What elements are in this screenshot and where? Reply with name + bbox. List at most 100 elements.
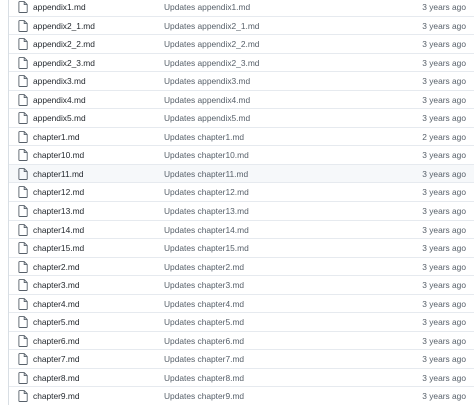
file-icon — [18, 186, 28, 199]
commit-age: 3 years ago — [422, 150, 466, 161]
file-row[interactable]: appendix2_1.md Updates appendix2_1.md 3 ye… — [9, 15, 474, 35]
file-row[interactable]: chapter9.md Updates chapter9.md 3 years ag… — [9, 386, 474, 406]
commit-age: 3 years ago — [422, 206, 466, 217]
commit-age: 3 years ago — [422, 2, 466, 12]
commit-message-link[interactable]: Updates appendix3.md — [164, 75, 250, 87]
file-name-link[interactable]: chapter2.md — [33, 261, 80, 273]
file-row[interactable]: chapter15.md Updates chapter15.md 3 years … — [9, 238, 474, 257]
file-row[interactable]: chapter10.md Updates chapter10.md 3 years … — [9, 145, 474, 164]
file-name-link[interactable]: chapter7.md — [33, 353, 80, 365]
commit-age: 3 years ago — [422, 261, 466, 272]
file-name-link[interactable]: appendix2_2.md — [33, 38, 95, 50]
file-name-link[interactable]: appendix3.md — [33, 75, 86, 87]
file-name-link[interactable]: chapter14.md — [33, 224, 84, 236]
commit-age: 3 years ago — [422, 243, 466, 254]
file-row[interactable]: appendix4.md Updates appendix4.md 3 years … — [9, 89, 474, 109]
commit-message-link[interactable]: Updates appendix5.md — [164, 112, 250, 124]
file-name-link[interactable]: chapter15.md — [33, 242, 84, 254]
file-row[interactable]: chapter13.md Updates chapter13.md 3 years … — [9, 201, 474, 220]
commit-age: 3 years ago — [422, 354, 466, 365]
commit-message-link[interactable]: Updates chapter4.md — [164, 298, 244, 310]
file-icon — [18, 19, 28, 32]
file-icon — [18, 353, 28, 366]
file-row[interactable]: chapter6.md Updates chapter6.md 3 years ag… — [9, 330, 474, 350]
file-name-link[interactable]: chapter1.md — [33, 131, 80, 143]
commit-message-link[interactable]: Updates chapter10.md — [164, 149, 249, 161]
commit-message-link[interactable]: Updates chapter15.md — [164, 242, 249, 254]
file-icon — [18, 242, 28, 255]
commit-message-link[interactable]: Updates chapter5.md — [164, 316, 244, 328]
commit-message-link[interactable]: Updates chapter11.md — [164, 168, 248, 180]
file-name-link[interactable]: appendix5.md — [33, 112, 86, 124]
file-icon — [18, 334, 28, 347]
file-icon — [18, 260, 28, 273]
file-row[interactable]: appendix2_2.md Updates appendix2_2.md 3 ye… — [9, 34, 474, 53]
commit-age: 3 years ago — [422, 280, 466, 291]
commit-message-link[interactable]: Updates chapter1.md — [164, 131, 244, 143]
commit-age: 3 years ago — [422, 20, 466, 31]
file-row[interactable]: chapter4.md Updates chapter4.md 3 years ag… — [9, 293, 474, 313]
commit-message-link[interactable]: Updates appendix2_2.md — [164, 38, 259, 50]
commit-message-link[interactable]: Updates chapter2.md — [164, 261, 244, 273]
file-row[interactable]: chapter5.md Updates chapter5.md 3 years ag… — [9, 312, 474, 331]
file-icon — [18, 75, 28, 88]
file-row[interactable]: chapter11.md Updates chapter11.md 3 years … — [9, 163, 474, 183]
commit-age: 3 years ago — [422, 224, 466, 235]
commit-message-link[interactable]: Updates appendix2_3.md — [164, 57, 259, 69]
file-icon — [18, 149, 28, 162]
commit-message-link[interactable]: Updates chapter13.md — [164, 205, 249, 217]
file-row[interactable]: chapter3.md Updates chapter3.md 3 years ag… — [9, 275, 474, 294]
file-name-link[interactable]: appendix4.md — [33, 94, 86, 106]
commit-age: 3 years ago — [422, 94, 466, 105]
file-name-link[interactable]: appendix2_1.md — [33, 20, 95, 32]
file-row[interactable]: chapter7.md Updates chapter7.md 3 years ag… — [9, 349, 474, 368]
file-list: appendix1.md Updates appendix1.md 3 years … — [8, 0, 474, 406]
file-name-link[interactable]: appendix2_3.md — [33, 57, 95, 69]
commit-age: 3 years ago — [422, 57, 466, 68]
commit-message-link[interactable]: Updates chapter7.md — [164, 353, 244, 365]
commit-age: 3 years ago — [422, 298, 466, 309]
commit-age: 2 years ago — [422, 131, 466, 142]
file-name-link[interactable]: chapter6.md — [33, 335, 80, 347]
file-icon — [18, 390, 28, 403]
commit-message-link[interactable]: Updates appendix2_1.md — [164, 20, 259, 32]
file-icon — [18, 223, 28, 236]
file-name-link[interactable]: chapter5.md — [33, 316, 80, 328]
commit-age: 3 years ago — [422, 168, 466, 179]
commit-age: 3 years ago — [422, 317, 466, 328]
file-name-link[interactable]: chapter12.md — [33, 186, 84, 198]
file-icon — [18, 372, 28, 384]
file-row[interactable]: appendix2_3.md Updates appendix2_3.md 3 ye… — [9, 52, 474, 72]
commit-message-link[interactable]: Updates chapter9.md — [164, 390, 244, 402]
file-name-link[interactable]: chapter10.md — [33, 149, 84, 161]
commit-message-link[interactable]: Updates chapter14.md — [164, 224, 249, 236]
file-row[interactable]: chapter2.md Updates chapter2.md 3 years ag… — [9, 256, 474, 276]
commit-age: 3 years ago — [422, 335, 466, 346]
file-row[interactable]: chapter12.md Updates chapter12.md 3 years … — [9, 182, 474, 202]
file-name-link[interactable]: chapter13.md — [33, 205, 84, 217]
file-icon — [18, 279, 28, 292]
file-row[interactable]: appendix5.md Updates appendix5.md 3 years … — [9, 108, 474, 127]
file-icon — [18, 93, 28, 106]
commit-age: 3 years ago — [422, 372, 466, 383]
file-name-link[interactable]: chapter8.md — [33, 372, 80, 384]
file-row[interactable]: chapter1.md Updates chapter1.md 2 years ag… — [9, 126, 474, 146]
file-row[interactable]: appendix1.md Updates appendix1.md 3 years … — [9, 0, 474, 16]
file-name-link[interactable]: chapter11.md — [33, 168, 84, 180]
file-row[interactable]: appendix3.md Updates appendix3.md 3 years … — [9, 71, 474, 90]
commit-message-link[interactable]: Updates chapter6.md — [164, 335, 244, 347]
file-row[interactable]: chapter14.md Updates chapter14.md 3 years … — [9, 219, 474, 239]
file-row[interactable]: chapter8.md Updates chapter8.md 3 years ag… — [9, 367, 474, 387]
file-name-link[interactable]: chapter9.md — [33, 390, 80, 402]
commit-message-link[interactable]: Updates chapter12.md — [164, 186, 249, 198]
file-icon — [18, 168, 28, 180]
commit-message-link[interactable]: Updates chapter3.md — [164, 279, 244, 291]
file-icon — [18, 38, 28, 51]
file-name-link[interactable]: chapter4.md — [33, 298, 80, 310]
commit-message-link[interactable]: Updates appendix1.md — [164, 1, 250, 13]
commit-message-link[interactable]: Updates chapter8.md — [164, 372, 244, 384]
commit-age: 3 years ago — [422, 187, 466, 198]
commit-message-link[interactable]: Updates appendix4.md — [164, 94, 250, 106]
file-name-link[interactable]: chapter3.md — [33, 279, 80, 291]
file-name-link[interactable]: appendix1.md — [33, 1, 86, 13]
